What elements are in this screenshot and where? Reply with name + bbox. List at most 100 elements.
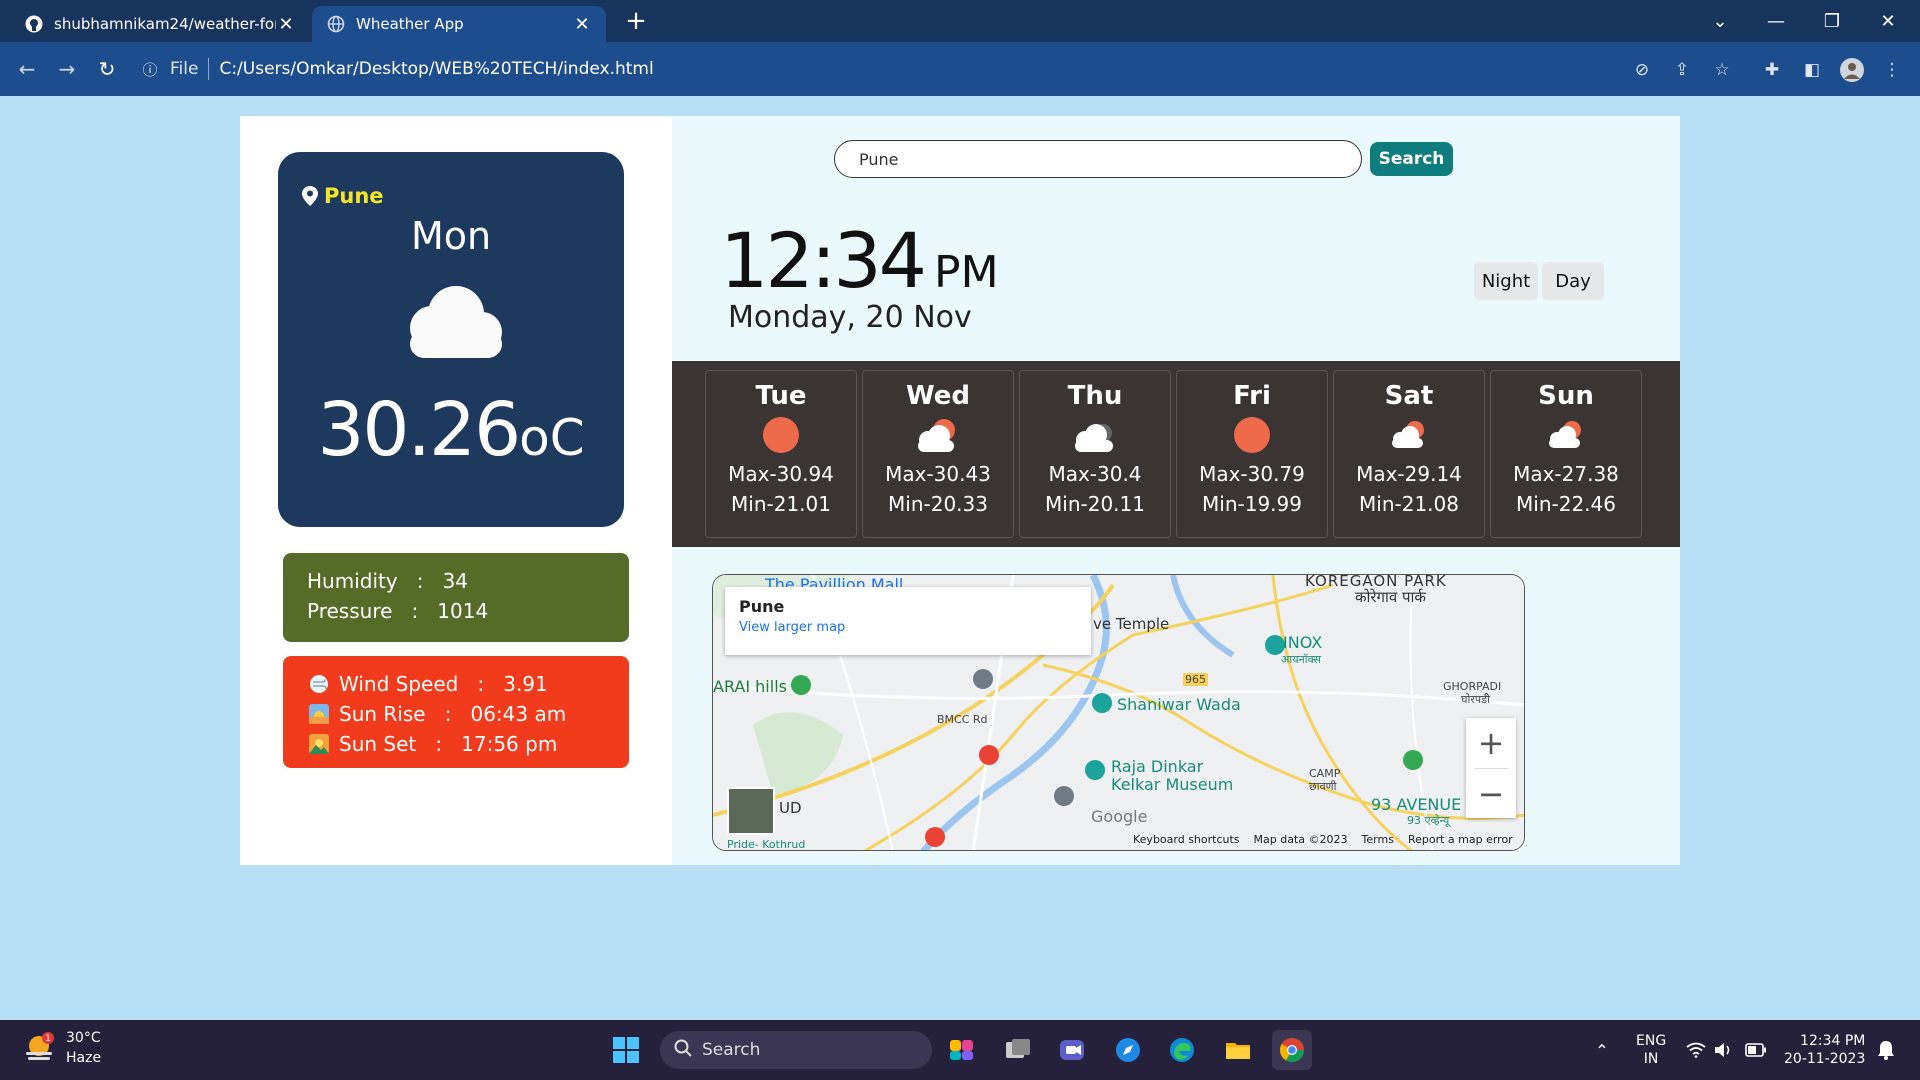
night-mode-button[interactable]: Night [1474,262,1538,300]
forecast-day: Wed [906,381,970,411]
region-code: IN [1643,1051,1659,1067]
view-larger-map-link[interactable]: View larger map [739,620,1077,635]
volume-icon[interactable] [1712,1038,1736,1062]
language-code: ENG [1636,1033,1667,1049]
sun-cloud-icon [1334,411,1484,459]
colon-separator: : [458,672,504,696]
forward-arrow-icon[interactable]: → [52,54,82,84]
report-error-link[interactable]: Report a map error [1408,833,1513,846]
wind-value: 3.91 [503,672,548,696]
colon-separator: : [392,599,438,623]
page-body: Pune Mon 30.26oC Humidity : 34 Pressure … [0,96,1920,1020]
address-divider [208,58,210,80]
right-pane: Search 12:34PM Monday, 20 Nov Night Day … [672,116,1680,865]
tab-weather-app[interactable]: Wheather App ✕ [312,6,606,42]
current-day: Mon [410,214,492,258]
colon-separator: : [416,732,462,756]
info-icon[interactable]: ⓘ [136,59,164,80]
zoom-in-button[interactable]: + [1466,718,1516,768]
reload-icon[interactable]: ↻ [92,54,122,84]
taskbar-weather-temp: 30°C [66,1030,101,1046]
taskbar-search-label: Search [702,1040,761,1060]
forecast-min: Min-20.11 [1045,492,1145,516]
copilot-icon[interactable] [942,1030,982,1070]
new-tab-button[interactable]: + [622,8,650,36]
terms-link[interactable]: Terms [1362,833,1394,846]
taskbar-weather-widget[interactable]: 1 30°C Haze [22,1028,101,1068]
sunset-row: Sun Set : 17:56 pm [309,729,629,759]
profile-avatar[interactable] [1838,56,1866,84]
wind-icon [309,674,329,694]
taskbar-search[interactable]: Search [660,1031,932,1069]
google-map[interactable]: The Pavillion Mall KOREGAON PARK कोरेगाव… [712,574,1525,851]
map-label: 93 एव्हेन्यू [1407,814,1450,827]
windows-start-icon[interactable] [606,1030,646,1070]
restore-button[interactable]: ❐ [1804,0,1860,42]
address-url[interactable]: C:/Users/Omkar/Desktop/WEB%20TECH/index.… [219,59,653,79]
clock: 12:34 PM [720,216,999,305]
task-view-icon[interactable] [998,1030,1038,1070]
chrome-icon[interactable] [1272,1030,1312,1070]
keyboard-shortcuts-link[interactable]: Keyboard shortcuts [1133,833,1240,846]
extensions-icon[interactable]: ✚ [1758,56,1786,84]
humidity-value: 34 [442,569,469,593]
search-button[interactable]: Search [1370,142,1453,176]
city-name: Pune [324,184,384,208]
menu-dots-icon[interactable]: ⋮ [1878,56,1906,84]
close-icon[interactable]: ✕ [276,14,296,35]
sunset-value: 17:56 pm [461,732,558,756]
sun-icon [706,411,856,459]
teams-icon[interactable] [1052,1030,1092,1070]
map-label: आयनॉक्स [1281,653,1321,666]
sunrise-label: Sun Rise [339,702,426,726]
search-input[interactable] [834,140,1362,178]
map-label: UD [779,799,802,817]
file-explorer-icon[interactable] [1218,1030,1258,1070]
tab-github[interactable]: shubhamnikam24/weather-forec ✕ [10,6,310,42]
browser-toolbar: ← → ↻ ⓘ File C:/Users/Omkar/Desktop/WEB%… [0,42,1920,96]
close-window-button[interactable]: ✕ [1860,0,1916,42]
taskbar-date: 20-11-2023 [1784,1051,1866,1067]
star-icon[interactable]: ☆ [1708,56,1736,84]
share-icon[interactable]: ⇪ [1668,56,1696,84]
sunrise-icon [309,704,329,724]
address-bar[interactable]: ⓘ File C:/Users/Omkar/Desktop/WEB%20TECH… [136,49,1660,89]
forecast-min: Min-21.01 [731,492,831,516]
map-place-title: Pune [739,597,785,616]
forecast-day: Fri [1233,381,1271,411]
map-label: 93 AVENUE [1371,795,1462,814]
day-mode-button[interactable]: Day [1542,262,1604,300]
zoom-out-button[interactable]: − [1466,769,1516,819]
chevron-down-icon[interactable]: ⌄ [1692,0,1748,42]
safari-compass-icon[interactable] [1108,1030,1148,1070]
map-label: ve Temple [1093,615,1170,633]
minimize-button[interactable]: — [1748,0,1804,42]
language-indicator[interactable]: ENG IN [1636,1032,1666,1068]
pressure-label: Pressure [307,599,393,623]
chevron-up-icon[interactable]: ⌃ [1590,1038,1614,1062]
sun-cloud-icon [1491,411,1641,459]
search-icon [674,1039,692,1062]
forecast-max: Max-30.43 [885,462,991,486]
eye-off-icon[interactable]: ⊘ [1628,56,1656,84]
sun-icon [1177,411,1327,459]
forecast-day: Sat [1384,381,1434,411]
taskbar-clock[interactable]: 12:34 PM 20-11-2023 [1784,1032,1865,1068]
edge-icon[interactable] [1162,1030,1202,1070]
side-panel-icon[interactable]: ◧ [1798,56,1826,84]
pressure-value: 1014 [437,599,489,623]
map-label: ARAI hills [713,677,787,696]
wifi-icon[interactable] [1684,1038,1708,1062]
battery-icon[interactable] [1744,1038,1768,1062]
sunset-icon [309,734,329,754]
forecast-max: Max-30.79 [1199,462,1305,486]
satellite-toggle[interactable] [727,787,775,835]
wind-row: Wind Speed : 3.91 [309,669,629,699]
map-data-credit: Map data ©2023 [1253,833,1348,846]
current-date: Monday, 20 Nov [728,300,972,335]
forecast-min: Min-21.08 [1359,492,1459,516]
forecast-card: Thu Max-30.4 Min-20.11 [1019,370,1171,538]
close-icon[interactable]: ✕ [572,14,592,35]
back-arrow-icon[interactable]: ← [12,54,42,84]
notification-bell-icon[interactable] [1874,1038,1898,1062]
